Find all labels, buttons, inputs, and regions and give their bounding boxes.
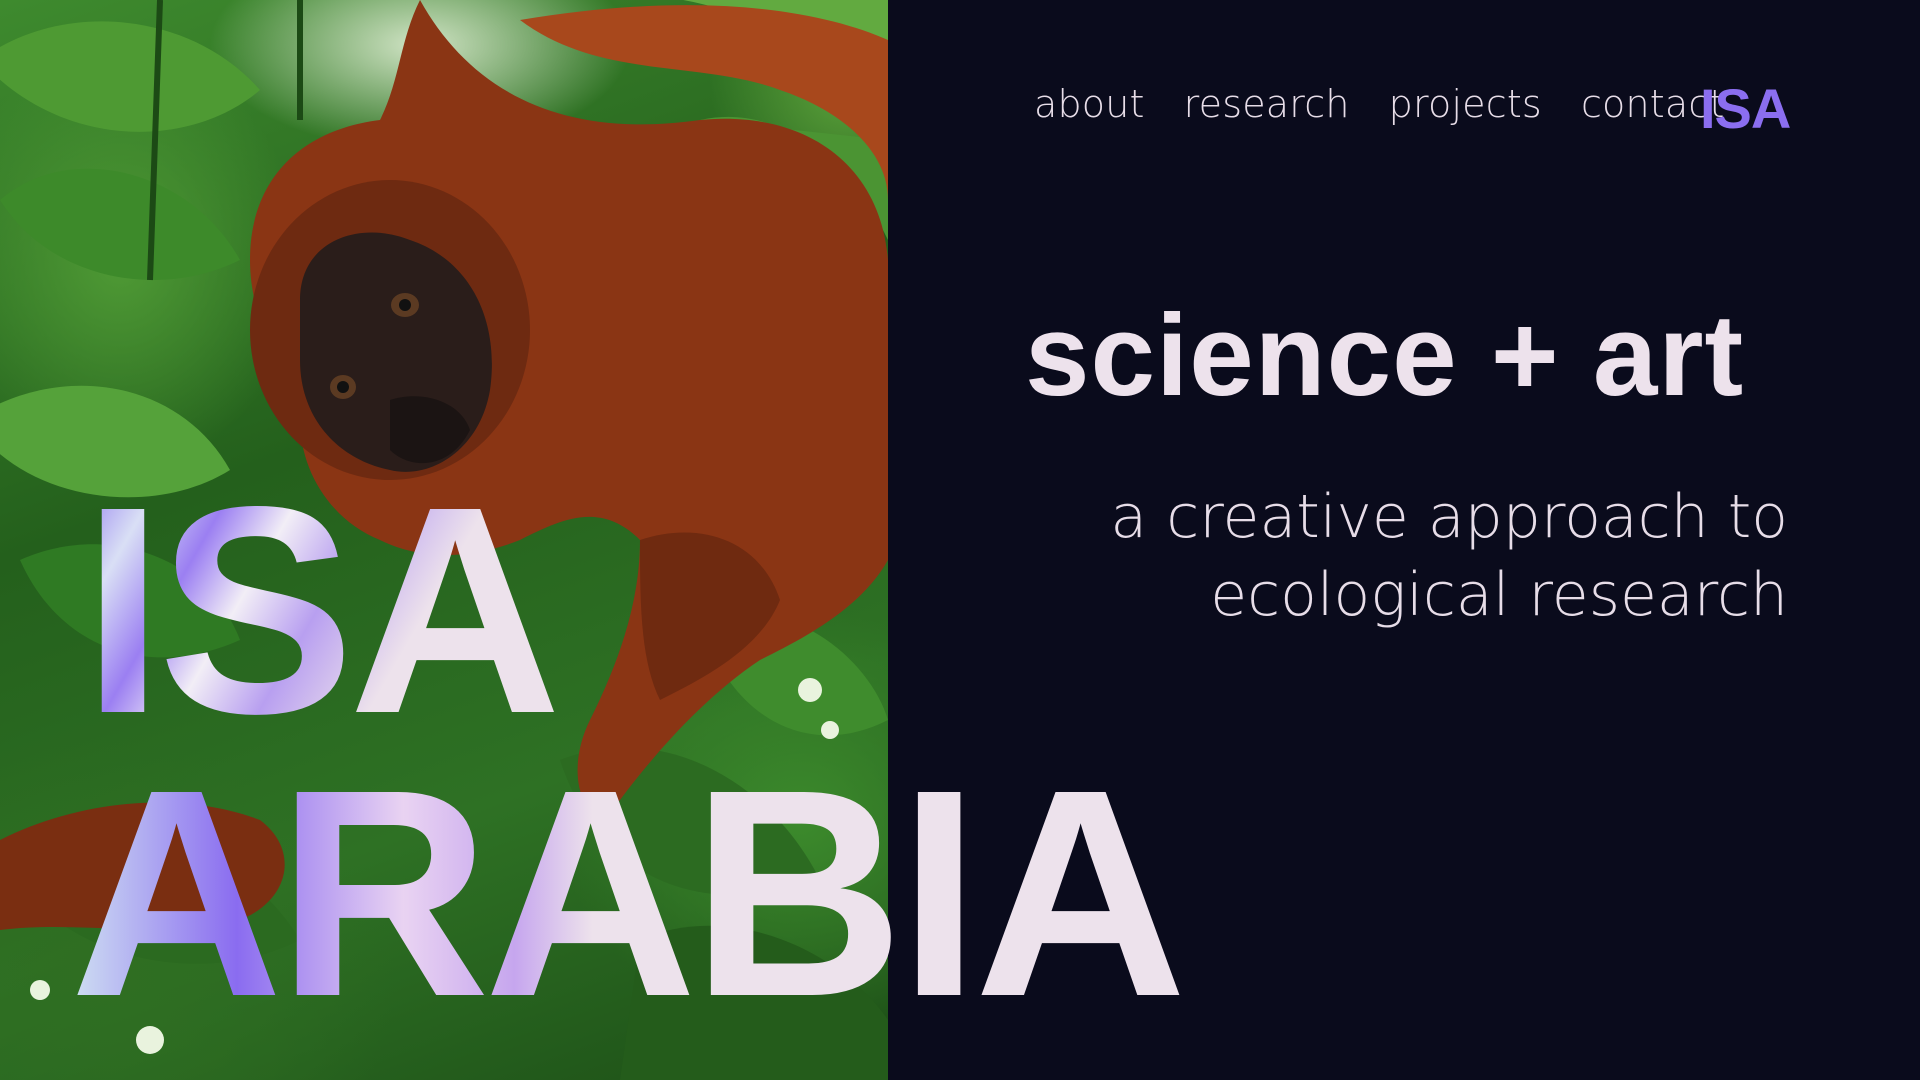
- site-logo[interactable]: ISA: [1700, 76, 1791, 141]
- hero-subtitle-line: ecological research: [1210, 560, 1788, 630]
- hero-subtitle: a creative approach to ecological resear…: [1110, 478, 1788, 634]
- hero-photo: [0, 0, 888, 1080]
- hero-title: science + art: [1025, 290, 1745, 420]
- hero-subtitle-line: a creative approach to: [1110, 482, 1788, 552]
- nav-item-research[interactable]: research: [1184, 82, 1350, 126]
- monkey-photo-illustration: [0, 0, 888, 1080]
- nav-item-projects[interactable]: projects: [1389, 82, 1542, 126]
- nav-item-about[interactable]: about: [1034, 82, 1145, 126]
- top-nav: about research projects contact ISA: [1034, 77, 1791, 140]
